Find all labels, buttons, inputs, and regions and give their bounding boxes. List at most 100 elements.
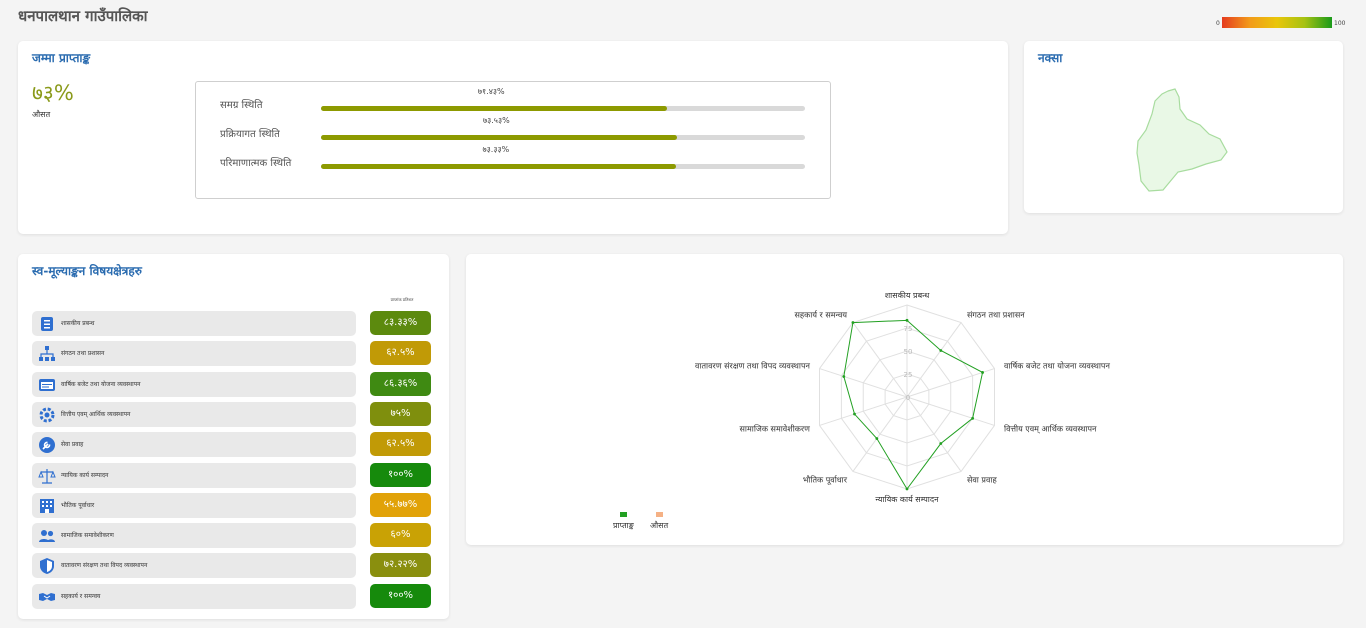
subjects-title: स्व-मूल्याङ्कन विषयक्षेत्रहरु	[32, 264, 142, 278]
subject-pill[interactable]: वित्तीय एवम् आर्थिक व्यवस्थापन	[32, 401, 356, 427]
status-row: परिमाणात्मक स्थिति ७३.३३%	[196, 145, 830, 178]
radar-axis-label: न्यायिक कार्य सम्पादन	[875, 494, 939, 504]
status-pct: ७१.४३%	[477, 87, 505, 96]
gear-icon	[39, 407, 55, 423]
legend-label: औसत	[650, 521, 669, 530]
subject-score-badge: १००%	[370, 462, 431, 487]
status-label: समग्र स्थिति	[220, 100, 263, 111]
shield-icon	[40, 558, 54, 575]
radar-axis-label: वित्तीय एवम् आर्थिक व्यवस्थापन	[1004, 424, 1097, 435]
subject-label: न्यायिक कार्य सम्पादन	[61, 471, 109, 479]
subject-label: संगठन तथा प्रशासन	[61, 350, 105, 358]
radar-point	[851, 321, 855, 324]
radar-axis-label: संगठन तथा प्रशासन	[967, 310, 1025, 319]
subject-row[interactable]: संगठन तथा प्रशासन ६२.५%	[32, 341, 432, 367]
subject-row[interactable]: सामाजिक समावेशीकरण ६०%	[32, 523, 432, 549]
subject-score-badge: ७२.२२%	[370, 553, 431, 578]
subject-pill[interactable]: वार्षिक बजेट तथा योजना व्यवस्थापन	[32, 371, 356, 397]
status-fill	[321, 135, 677, 140]
subject-label: वित्तीय एवम् आर्थिक व्यवस्थापन	[61, 410, 131, 418]
subject-pill[interactable]: सहकार्य र समन्वय	[32, 583, 356, 609]
subject-row[interactable]: वातावरण संरक्षण तथा विपद व्यवस्थापन ७२.२२…	[32, 553, 432, 579]
scales-icon	[38, 468, 56, 484]
subject-row[interactable]: वार्षिक बजेट तथा योजना व्यवस्थापन ८६.३६%	[32, 371, 432, 397]
radar-chart-card: 0 25 50 75 शासकीय प्रबन्ध संगठन तथा प्रशासन वा…	[466, 254, 1343, 545]
building-icon	[40, 498, 54, 513]
subject-pill[interactable]: संगठन तथा प्रशासन	[32, 341, 356, 367]
subject-pill[interactable]: न्यायिक कार्य सम्पादन	[32, 462, 356, 488]
radar-point	[905, 487, 909, 491]
status-fill	[321, 106, 667, 111]
radar-chart: 0 25 50 75 शासकीय प्रबन्ध संगठन तथा प्रशासन वा…	[695, 290, 1111, 504]
subject-score-badge: ६०%	[370, 523, 431, 548]
radar-spoke	[852, 396, 908, 472]
status-fill	[321, 164, 676, 169]
subject-label: सेवा प्रवाह	[61, 441, 84, 449]
map-canvas	[1136, 88, 1228, 192]
subject-pill[interactable]: वातावरण संरक्षण तथा विपद व्यवस्थापन	[32, 553, 356, 579]
map-card: नक्सा	[1024, 41, 1343, 213]
people-icon	[39, 530, 55, 543]
total-score-value: ७३%	[32, 81, 74, 105]
subject-row[interactable]: सेवा प्रवाह ६२.५%	[32, 432, 432, 458]
status-label: प्रक्रियागत स्थिति	[220, 129, 280, 140]
status-label: परिमाणात्मक स्थिति	[220, 158, 292, 169]
subject-label: भौतिक पूर्वाधार	[61, 501, 95, 509]
subject-label: सामाजिक समावेशीकरण	[61, 532, 114, 540]
score-color-legend: 0 100	[1214, 17, 1348, 31]
subject-row[interactable]: भौतिक पूर्वाधार ५५.७७%	[32, 492, 432, 518]
radar-axis-label: सामाजिक समावेशीकरण	[740, 424, 811, 434]
subject-row[interactable]: वित्तीय एवम् आर्थिक व्यवस्थापन ७५%	[32, 401, 432, 427]
status-row: प्रक्रियागत स्थिति ७३.५३%	[196, 116, 830, 149]
legend-swatch	[655, 512, 663, 517]
subject-score-badge: ५५.७७%	[370, 492, 431, 517]
radar-point	[981, 371, 984, 374]
radar-tick-label: 50	[904, 348, 913, 356]
status-pct: ७३.३३%	[482, 145, 510, 154]
radar-tick-label: 25	[904, 371, 913, 379]
subject-pill[interactable]: भौतिक पूर्वाधार	[32, 492, 356, 518]
subject-score-badge: ६२.५%	[370, 432, 431, 457]
subject-label: शासकीय प्रबन्ध	[61, 320, 95, 327]
radar-point	[875, 437, 879, 440]
legend-item-achieved[interactable]: प्राप्ताङ्क	[613, 512, 634, 531]
legend-swatch	[619, 512, 627, 517]
subject-label: वार्षिक बजेट तथा योजना व्यवस्थापन	[61, 380, 141, 388]
radar-point	[939, 442, 943, 445]
subject-row[interactable]: सहकार्य र समन्वय १००%	[32, 583, 432, 609]
radar-axis-label: भौतिक पूर्वाधार	[803, 475, 848, 486]
subjects-card: स्व-मूल्याङ्कन विषयक्षेत्रहरु प्राप्तांक…	[18, 254, 449, 619]
subject-pill[interactable]: शासकीय प्रबन्ध	[32, 311, 356, 336]
handshake-icon	[39, 592, 55, 601]
status-pct: ७३.५३%	[482, 116, 510, 125]
subject-pill[interactable]: सामाजिक समावेशीकरण	[32, 523, 356, 549]
radar-point	[971, 416, 975, 420]
subject-score-badge: १००%	[370, 583, 431, 608]
radar-point	[939, 349, 943, 352]
subject-label: सहकार्य र समन्वय	[61, 592, 101, 600]
subject-row[interactable]: न्यायिक कार्य सम्पादन १००%	[32, 462, 432, 488]
subject-score-badge: ८६.३६%	[370, 371, 431, 396]
radar-point	[853, 412, 856, 416]
radar-point	[905, 318, 909, 322]
total-score-label: औसत	[32, 110, 51, 119]
subject-score-badge: ८३.३३%	[370, 311, 431, 335]
legend-item-average[interactable]: औसत	[650, 512, 668, 531]
page-title: धनपालथान गाउँपालिका	[18, 7, 148, 25]
percent-column-header: प्राप्तांक प्रतिशत	[390, 297, 414, 302]
radar-spoke	[906, 322, 962, 398]
subject-row[interactable]: शासकीय प्रबन्ध ८३.३३%	[32, 311, 432, 336]
subject-score-badge: ७५%	[370, 401, 431, 426]
subject-label: वातावरण संरक्षण तथा विपद व्यवस्थापन	[61, 562, 148, 570]
wrench-icon	[39, 437, 55, 454]
radar-tick-label: 0	[906, 394, 910, 402]
subject-pill[interactable]: सेवा प्रवाह	[32, 432, 356, 458]
municipality-boundary[interactable]	[1136, 88, 1228, 192]
radar-axis-label: वार्षिक बजेट तथा योजना व्यवस्थापन	[1004, 360, 1110, 370]
status-track	[321, 135, 805, 140]
status-row: समग्र स्थिति ७१.४३%	[196, 87, 830, 120]
budget-icon	[39, 378, 55, 391]
legend-max: 100	[1334, 20, 1346, 27]
legend-min: 0	[1216, 20, 1220, 27]
radar-tick-label: 75	[904, 325, 913, 333]
